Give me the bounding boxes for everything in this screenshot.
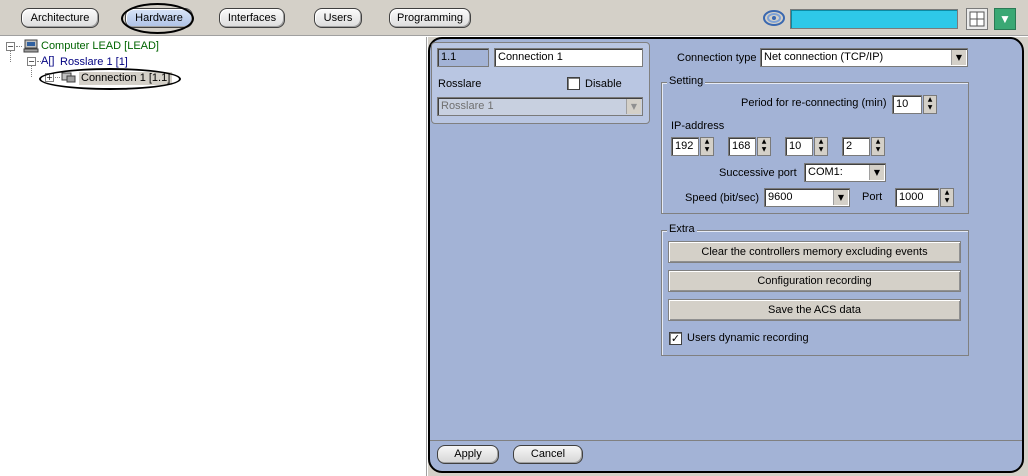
object-name-input[interactable]: Connection 1 bbox=[494, 48, 643, 67]
ip-octet-3-input[interactable]: 10 bbox=[785, 137, 813, 156]
chevron-down-icon[interactable]: ▼ bbox=[869, 165, 884, 180]
successive-port-value: COM1: bbox=[808, 166, 843, 178]
period-input[interactable]: 10 bbox=[892, 95, 922, 114]
ip-octet-4-stepper[interactable]: ▲ ▼ bbox=[871, 137, 885, 156]
ip-octet-1-input[interactable]: 192 bbox=[671, 137, 699, 156]
configuration-recording-button[interactable]: Configuration recording bbox=[668, 270, 961, 292]
connection-type-select[interactable]: Net connection (TCP/IP) ▼ bbox=[760, 48, 968, 67]
speed-label: Speed (bit/sec) bbox=[685, 192, 759, 204]
disable-label: Disable bbox=[585, 78, 622, 90]
successive-port-label: Successive port bbox=[719, 167, 797, 179]
users-dynamic-recording-label: Users dynamic recording bbox=[687, 332, 809, 344]
footer-divider bbox=[430, 440, 1022, 441]
highlight-ring bbox=[39, 68, 181, 90]
menu-dropdown-icon[interactable]: ▼ bbox=[994, 8, 1016, 30]
port-input[interactable]: 1000 bbox=[895, 188, 939, 207]
speed-value: 9600 bbox=[768, 191, 793, 203]
clear-memory-button[interactable]: Clear the controllers memory excluding e… bbox=[668, 241, 961, 263]
extra-group-title: Extra bbox=[667, 223, 697, 236]
ip-octet-4-input[interactable]: 2 bbox=[842, 137, 870, 156]
tree-line bbox=[10, 51, 11, 62]
port-label: Port bbox=[862, 191, 883, 203]
tab-interfaces[interactable]: Interfaces bbox=[219, 8, 285, 28]
connection-type-label: Connection type bbox=[677, 52, 757, 64]
tab-programming[interactable]: Programming bbox=[389, 8, 471, 28]
collapse-icon[interactable]: − bbox=[27, 57, 36, 66]
successive-port-select[interactable]: COM1: ▼ bbox=[804, 163, 886, 182]
object-tree: − Computer LEAD [LEAD] − A[] Rosslare 1 … bbox=[0, 37, 427, 476]
top-tab-bar: Architecture Hardware Interfaces Users P… bbox=[0, 0, 1028, 36]
connection-type-value: Net connection (TCP/IP) bbox=[764, 51, 884, 63]
tree-item-rosslare-prefix: A[] bbox=[41, 55, 55, 67]
tree-item-computer[interactable]: Computer LEAD [LEAD] bbox=[41, 40, 159, 53]
collapse-icon[interactable]: − bbox=[6, 42, 15, 51]
period-stepper[interactable]: ▲ ▼ bbox=[923, 95, 937, 114]
ip-octet-3-stepper[interactable]: ▲ ▼ bbox=[814, 137, 828, 156]
app-logo-icon bbox=[762, 9, 786, 27]
tab-architecture[interactable]: Architecture bbox=[21, 8, 99, 28]
chevron-down-icon[interactable]: ▼ bbox=[833, 190, 848, 205]
tree-line bbox=[16, 46, 22, 47]
status-display bbox=[790, 9, 958, 29]
ip-octet-2-stepper[interactable]: ▲ ▼ bbox=[757, 137, 771, 156]
ip-octet-1-stepper[interactable]: ▲ ▼ bbox=[700, 137, 714, 156]
setting-group-title: Setting bbox=[667, 75, 706, 88]
computer-icon bbox=[23, 39, 39, 56]
parent-select: Rosslare 1 ▼ bbox=[437, 97, 643, 116]
layout-icon[interactable] bbox=[966, 8, 988, 30]
speed-select[interactable]: 9600 ▼ bbox=[764, 188, 850, 207]
save-acs-data-button[interactable]: Save the ACS data bbox=[668, 299, 961, 321]
port-stepper[interactable]: ▲ ▼ bbox=[940, 188, 954, 207]
disable-checkbox[interactable] bbox=[567, 77, 580, 90]
ip-address-label: IP-address bbox=[671, 120, 725, 132]
chevron-down-icon[interactable]: ▼ bbox=[951, 50, 966, 65]
tab-users[interactable]: Users bbox=[314, 8, 362, 28]
object-id-field: 1.1 bbox=[437, 48, 489, 67]
parent-select-value: Rosslare 1 bbox=[441, 100, 494, 112]
parent-label: Rosslare bbox=[438, 78, 482, 90]
tree-item-rosslare[interactable]: Rosslare 1 [1] bbox=[60, 56, 128, 69]
apply-button[interactable]: Apply bbox=[437, 445, 499, 464]
ip-octet-2-input[interactable]: 168 bbox=[728, 137, 756, 156]
cancel-button[interactable]: Cancel bbox=[513, 445, 583, 464]
users-dynamic-recording-checkbox[interactable]: ✓ bbox=[669, 332, 682, 345]
period-label: Period for re-connecting (min) bbox=[741, 97, 887, 109]
highlight-ring bbox=[121, 3, 194, 34]
tree-line bbox=[31, 66, 32, 77]
chevron-down-icon: ▼ bbox=[626, 99, 641, 114]
